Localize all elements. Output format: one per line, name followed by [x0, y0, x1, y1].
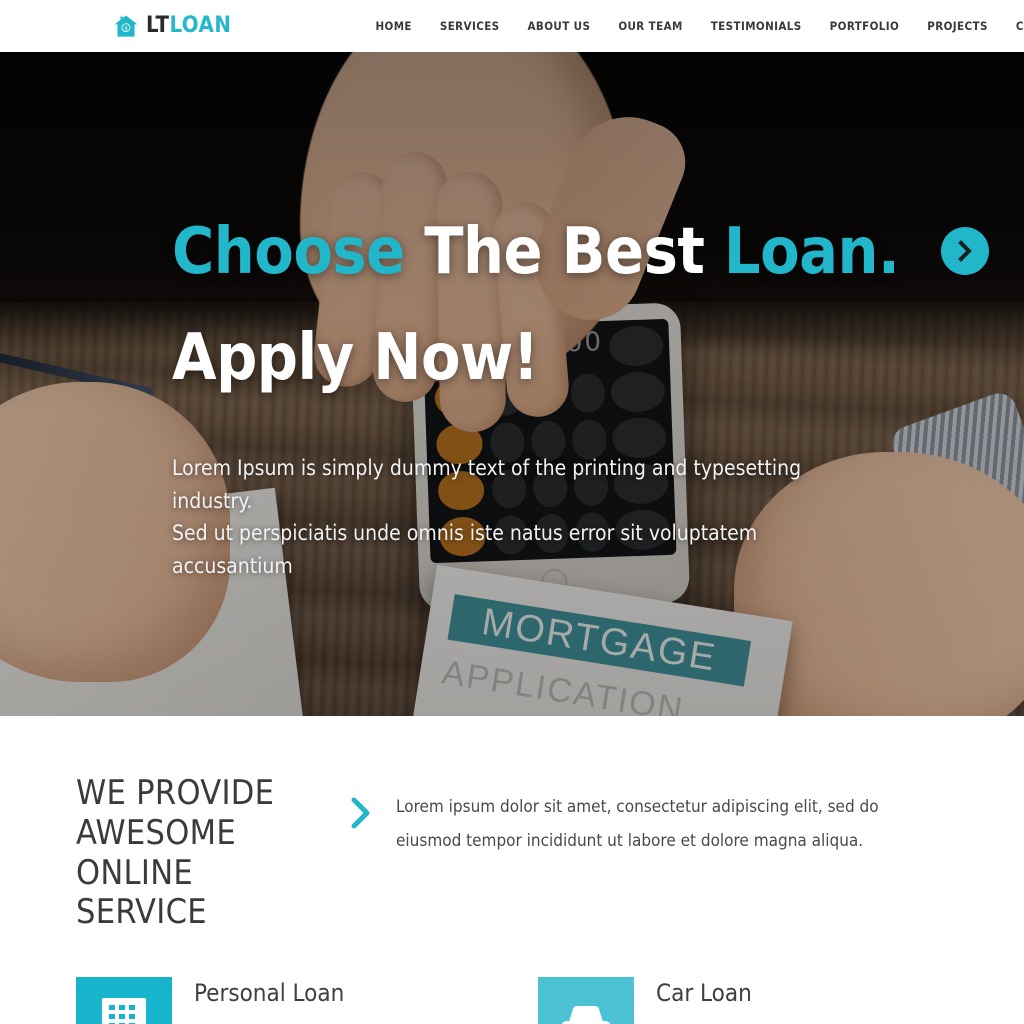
- we-provide-heading: WE PROVIDE AWESOME ONLINE SERVICE: [76, 773, 326, 933]
- car-loan-icon-box: [538, 977, 634, 1024]
- logo-text-loan: LOAN: [169, 13, 232, 38]
- hero-title-accent-2: Loan.: [723, 215, 900, 289]
- nav-item-label: TESTIMONIALS: [710, 19, 802, 33]
- we-provide-row: WE PROVIDE AWESOME ONLINE SERVICE Lorem …: [0, 773, 1024, 933]
- car-icon: [561, 1006, 611, 1024]
- hero-title-line-2: Apply Now!: [172, 326, 944, 390]
- section-chevron: [326, 774, 396, 830]
- hero-title-white-2: Apply Now!: [172, 321, 539, 395]
- nav-item-home[interactable]: HOME: [361, 19, 425, 33]
- logo-text-lt: LT: [146, 13, 170, 38]
- nav-item-label: ABOUT US: [527, 19, 591, 33]
- nav-item-label: PORTFOLIO: [829, 19, 900, 33]
- nav-item-label: CLIENTS: [1015, 19, 1024, 33]
- nav-item-about-us[interactable]: ABOUT US: [514, 19, 605, 33]
- heading-line-3: SERVICE: [76, 892, 207, 933]
- hero-subtitle: Lorem Ipsum is simply dummy text of the …: [172, 452, 872, 582]
- hero-title-white: The Best: [424, 215, 705, 289]
- hero-subtitle-line-1: Lorem Ipsum is simply dummy text of the …: [172, 456, 802, 513]
- car-loan-body: Car Loan Lorem Ipsum is simply dummy tex…: [656, 977, 948, 1024]
- main-nav: HOME SERVICES ABOUT US OUR TEAM TESTIMON…: [361, 18, 1024, 35]
- heading-line-2: AWESOME ONLINE: [76, 812, 236, 893]
- logo-text: LTLOAN: [146, 15, 231, 37]
- chevron-right-circle-icon[interactable]: [940, 227, 989, 276]
- hero-title-line-1: Choose The Best Loan.: [172, 220, 989, 284]
- we-provide-section: WE PROVIDE AWESOME ONLINE SERVICE Lorem …: [0, 716, 1024, 1024]
- site-header: $ LTLOAN HOME SERVICES ABOUT US OUR TEAM…: [0, 0, 1024, 52]
- house-dollar-icon: $: [114, 15, 138, 37]
- service-cards: Personal Loan Lorem Ipsum is simply dumm…: [0, 933, 1024, 1024]
- nav-item-label: HOME: [375, 19, 412, 33]
- personal-loan-body: Personal Loan Lorem Ipsum is simply dumm…: [194, 977, 486, 1024]
- card-text: Lorem Ipsum is simply dummy text of the …: [194, 1018, 486, 1024]
- nav-item-portfolio[interactable]: PORTFOLIO: [816, 19, 914, 33]
- nav-item-label: PROJECTS: [927, 19, 988, 33]
- we-provide-paragraph: Lorem ipsum dolor sit amet, consectetur …: [396, 797, 879, 851]
- card-title: Personal Loan: [194, 979, 345, 1008]
- building-icon: [102, 998, 146, 1024]
- card-text: Lorem Ipsum is simply dummy text of the …: [656, 1018, 948, 1024]
- nav-item-label: SERVICES: [439, 19, 500, 33]
- logo[interactable]: $ LTLOAN: [113, 13, 231, 39]
- nav-item-label: OUR TEAM: [618, 19, 683, 33]
- personal-loan-icon-box: [76, 977, 172, 1024]
- chevron-right-glyph: [958, 240, 972, 263]
- service-card-personal-loan[interactable]: Personal Loan Lorem Ipsum is simply dumm…: [76, 977, 486, 1024]
- svg-text:$: $: [125, 25, 128, 32]
- nav-item-projects[interactable]: PROJECTS: [913, 19, 1002, 33]
- service-card-car-loan[interactable]: Car Loan Lorem Ipsum is simply dummy tex…: [538, 977, 948, 1024]
- hero-subtitle-line-2: Sed ut perspiciatis unde omnis iste natu…: [172, 521, 758, 578]
- chevron-right-icon: [351, 797, 370, 829]
- card-title: Car Loan: [656, 979, 752, 1008]
- nav-item-our-team[interactable]: OUR TEAM: [604, 19, 696, 33]
- nav-item-clients[interactable]: CLIENTS: [1002, 19, 1024, 33]
- hero-banner: 66000: [0, 52, 1024, 716]
- nav-item-services[interactable]: SERVICES: [426, 19, 514, 33]
- nav-item-testimonials[interactable]: TESTIMONIALS: [697, 19, 816, 33]
- hero-content: Choose The Best Loan. Apply Now! Lorem I…: [172, 220, 989, 582]
- hero-title-accent: Choose: [172, 215, 405, 289]
- heading-line-1: WE PROVIDE: [76, 773, 275, 813]
